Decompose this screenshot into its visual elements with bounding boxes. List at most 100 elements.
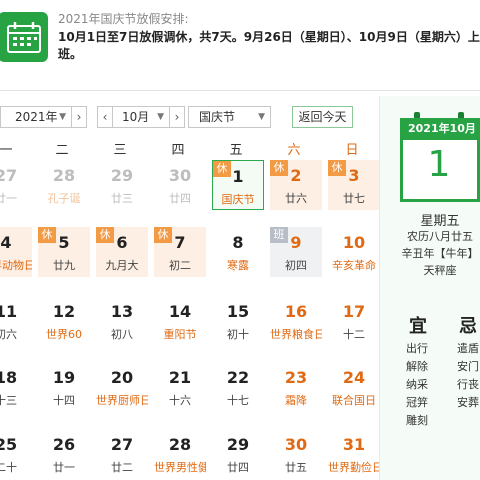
lunar-label: 初十 <box>227 328 249 341</box>
lunar-label: 世界60 <box>46 328 82 341</box>
calendar-day-cell[interactable]: 10 辛亥革命 <box>328 227 380 277</box>
calendar-day-cell[interactable]: 30 廿五 <box>270 429 322 479</box>
day-number: 5 <box>58 233 70 252</box>
yi-item: 出行 <box>406 342 428 355</box>
lunar-label: 廿二 <box>111 461 133 474</box>
lunar-label: 重阳节 <box>163 328 197 341</box>
day-number: 27 <box>0 166 18 185</box>
lunar-label: 世界勤俭日 <box>328 461 380 474</box>
calendar-day-cell[interactable]: 29 廿四 <box>212 429 264 479</box>
calendar-day-cell[interactable]: 14 重阳节 <box>154 296 206 346</box>
day-number: 28 <box>52 166 76 185</box>
lunar-label: 廿三 <box>111 192 133 205</box>
calendar-day-cell[interactable]: 休 3 廿七 <box>328 160 380 210</box>
lunar-label: 九月大 <box>105 259 139 272</box>
calendar-day-cell[interactable]: 休 5 廿九 <box>38 227 90 277</box>
day-number: 18 <box>0 368 18 387</box>
calendar-icon <box>0 12 48 62</box>
yi-item: 解除 <box>406 360 428 373</box>
day-number: 8 <box>232 233 244 252</box>
day-number: 31 <box>342 435 366 454</box>
calendar-day-cell[interactable]: 11 初六 <box>0 296 32 346</box>
lunar-label: 十二 <box>343 328 365 341</box>
lunar-label: 初八 <box>111 328 133 341</box>
calendar-day-cell[interactable]: 13 初八 <box>96 296 148 346</box>
day-number: 29 <box>110 166 134 185</box>
calendar-day-cell[interactable]: 休 2 廿六 <box>270 160 322 210</box>
calendar-day-cell[interactable]: 16 世界粮食日 <box>270 296 322 346</box>
lunar-label: 初二 <box>169 259 191 272</box>
day-number: 29 <box>226 435 250 454</box>
calendar-day-cell[interactable]: 24 联合国日 <box>328 362 380 412</box>
calendar-day-cell[interactable]: 休 7 初二 <box>154 227 206 277</box>
calendar-day-cell[interactable]: 休4世界动物日 <box>0 227 32 277</box>
day-number: 22 <box>226 368 250 387</box>
calendar-day-cell[interactable]: 班 9 初四 <box>270 227 322 277</box>
next-month-button[interactable]: › <box>169 106 185 128</box>
calendar-day-cell[interactable]: 30 廿四 <box>154 160 206 210</box>
month-select-value: 10月 <box>122 110 150 124</box>
calendar-day-cell[interactable]: 28 世界男性健康日 <box>154 429 206 479</box>
day-number: 21 <box>168 368 192 387</box>
calendar-day-cell[interactable]: 休 1 国庆节 <box>212 160 264 210</box>
lunar-label: 世界男性健康日 <box>154 461 206 474</box>
day-number: 30 <box>284 435 308 454</box>
day-number: 17 <box>342 302 366 321</box>
selected-month-header: 2021年10月 <box>400 118 480 140</box>
notice-body: 10月1日至7日放假调休，共7天。9月26日（星期日）、10月9日（星期六）上班… <box>58 30 480 61</box>
lunar-label: 廿七 <box>343 192 365 205</box>
lunar-label: 十三 <box>0 394 17 407</box>
lunar-label: 十七 <box>227 394 249 407</box>
calendar-day-cell[interactable]: 15 初十 <box>212 296 264 346</box>
yi-item: 雕刻 <box>406 414 428 427</box>
calendar-day-cell[interactable]: 29 廿三 <box>96 160 148 210</box>
calendar-day-cell[interactable]: 21 十六 <box>154 362 206 412</box>
day-number: 24 <box>342 368 366 387</box>
holiday-select[interactable]: 国庆节 ▼ <box>188 106 271 128</box>
calendar-day-cell[interactable]: 28 孔子诞 <box>38 160 90 210</box>
calendar-day-cell[interactable]: 19 十四 <box>38 362 90 412</box>
calendar-day-cell[interactable]: 休 6 九月大 <box>96 227 148 277</box>
day-number: 20 <box>110 368 134 387</box>
calendar-day-cell[interactable]: 17 十二 <box>328 296 380 346</box>
calendar-day-cell[interactable]: 8 寒露 <box>212 227 264 277</box>
back-to-today-button[interactable]: 返回今天 <box>292 106 353 128</box>
calendar-day-cell[interactable]: 12 世界60 <box>38 296 90 346</box>
year-select-value: 2021年 <box>15 110 58 124</box>
calendar-day-cell[interactable]: 23 霜降 <box>270 362 322 412</box>
lunar-label: 十六 <box>169 394 191 407</box>
ji-item: 遣盾 <box>457 342 479 355</box>
ji-item: 安门 <box>457 360 479 373</box>
lunar-label: 霜降 <box>285 394 307 407</box>
divider <box>0 90 480 91</box>
holiday-notice: 2021年国庆节放假安排: 10月1日至7日放假调休，共7天。9月26日（星期日… <box>0 0 480 82</box>
lunar-label: 二十 <box>0 461 17 474</box>
day-number: 27 <box>110 435 134 454</box>
next-year-button[interactable]: › <box>71 106 87 128</box>
weekday-label: 一 <box>0 143 13 158</box>
calendar-day-cell[interactable]: 18 十三 <box>0 362 32 412</box>
calendar-day-cell[interactable]: 20 世界厨师日 <box>96 362 148 412</box>
calendar-day-cell[interactable]: 31 世界勤俭日 <box>328 429 380 479</box>
month-select[interactable]: 10月 ▼ <box>112 106 170 128</box>
day-number: 14 <box>168 302 192 321</box>
calendar-day-cell[interactable]: 22 十七 <box>212 362 264 412</box>
lunar-label: 十四 <box>53 394 75 407</box>
lunar-label: 世界粮食日 <box>270 328 322 341</box>
calendar-day-cell[interactable]: 26 廿一 <box>38 429 90 479</box>
lunar-label: 寒露 <box>227 259 249 272</box>
calendar-day-cell[interactable]: 27 廿一 <box>0 160 32 210</box>
day-number: 28 <box>168 435 192 454</box>
calendar-day-cell[interactable]: 27 廿二 <box>96 429 148 479</box>
year-select[interactable]: 2021年 ▼ <box>0 106 72 128</box>
day-number: 4 <box>0 233 12 252</box>
selected-lunar-date: 农历八月廿五 <box>407 230 473 243</box>
chevron-down-icon: ▼ <box>59 112 66 122</box>
lunar-label: 廿一 <box>53 461 75 474</box>
calendar-day-cell[interactable]: 25 二十 <box>0 429 32 479</box>
lunar-label: 初六 <box>0 328 17 341</box>
weekday-label: 二 <box>55 143 69 158</box>
day-number: 3 <box>348 166 360 185</box>
day-number: 26 <box>52 435 76 454</box>
prev-month-button[interactable]: ‹ <box>97 106 113 128</box>
